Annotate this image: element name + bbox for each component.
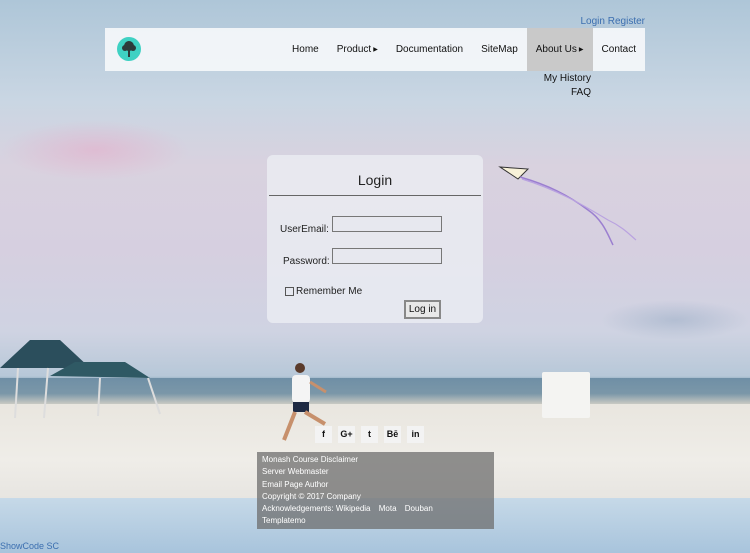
social-links: f G+ t Bē in — [315, 426, 424, 443]
background-cloud — [0, 120, 190, 180]
login-title: Login — [357, 172, 393, 188]
logo-icon[interactable] — [117, 37, 141, 61]
submenu-my-history[interactable]: My History — [543, 72, 591, 86]
showcode-link[interactable]: ShowCode SC — [0, 541, 59, 551]
footer-copyright: Copyright © 2017 Company — [262, 491, 361, 501]
nav-home[interactable]: Home — [283, 28, 328, 71]
login-link[interactable]: Login — [581, 16, 605, 27]
email-label: UserEmail: — [280, 224, 329, 235]
login-button[interactable]: Log in — [404, 300, 441, 319]
login-panel: Login UserEmail: Password: Remember Me L… — [267, 155, 483, 323]
footer-link-monash[interactable]: Monash — [262, 455, 290, 464]
beach-box-image — [542, 372, 590, 418]
password-field[interactable] — [332, 248, 442, 264]
remember-checkbox[interactable] — [285, 287, 294, 296]
footer-link-mota[interactable]: Mota — [379, 504, 397, 513]
nav-product[interactable]: Product ▶ — [328, 28, 387, 71]
footer-link-email[interactable]: Email — [262, 480, 282, 489]
footer-link-server[interactable]: Server — [262, 467, 286, 476]
footer-row: Server Webmaster — [262, 466, 494, 478]
auth-links: Login Register — [581, 16, 646, 27]
submenu-faq[interactable]: FAQ — [543, 86, 591, 100]
footer-ack-label: Acknowledgements: — [262, 504, 334, 514]
kite-image — [498, 166, 637, 246]
behance-icon[interactable]: Bē — [384, 426, 401, 443]
footer-row: Email Page Author — [262, 479, 494, 491]
background-cloud — [600, 300, 750, 340]
remember-label: Remember Me — [296, 286, 363, 297]
linkedin-icon[interactable]: in — [407, 426, 424, 443]
register-link[interactable]: Register — [608, 16, 645, 27]
footer-link-wikipedia[interactable]: Wikipedia — [336, 504, 371, 513]
footer-link-page-author[interactable]: Page Author — [284, 480, 328, 489]
top-navbar: Home Product ▶ Documentation SiteMap Abou… — [105, 28, 645, 71]
footer-row: Acknowledgements: Wikipedia Mota Douban — [262, 503, 494, 515]
facebook-icon[interactable]: f — [315, 426, 332, 443]
footer-link-course[interactable]: Course — [293, 455, 319, 464]
footer-link-douban[interactable]: Douban — [405, 504, 433, 513]
caret-right-icon: ▶ — [578, 47, 584, 53]
divider — [269, 195, 481, 196]
twitter-icon[interactable]: t — [361, 426, 378, 443]
password-label: Password: — [283, 256, 330, 267]
nav-about-us[interactable]: About Us ▶ — [526, 28, 593, 71]
nav-contact[interactable]: Contact — [593, 28, 645, 71]
footer: Monash Course Disclaimer Server Webmaste… — [257, 452, 494, 529]
footer-link-webmaster[interactable]: Webmaster — [288, 467, 329, 476]
beach-tent-image — [0, 340, 161, 419]
nav-documentation[interactable]: Documentation — [387, 28, 472, 71]
footer-link-disclaimer[interactable]: Disclaimer — [321, 455, 358, 464]
about-submenu: My History FAQ — [543, 72, 591, 100]
nav-sitemap[interactable]: SiteMap — [472, 28, 527, 71]
footer-link-templatemo[interactable]: Templatemo — [262, 515, 494, 527]
email-field[interactable] — [332, 216, 442, 232]
google-plus-icon[interactable]: G+ — [338, 426, 355, 443]
footer-row: Monash Course Disclaimer — [262, 454, 494, 466]
caret-right-icon: ▶ — [373, 47, 378, 53]
nav-menu: Home Product ▶ Documentation SiteMap Abou… — [283, 28, 645, 71]
